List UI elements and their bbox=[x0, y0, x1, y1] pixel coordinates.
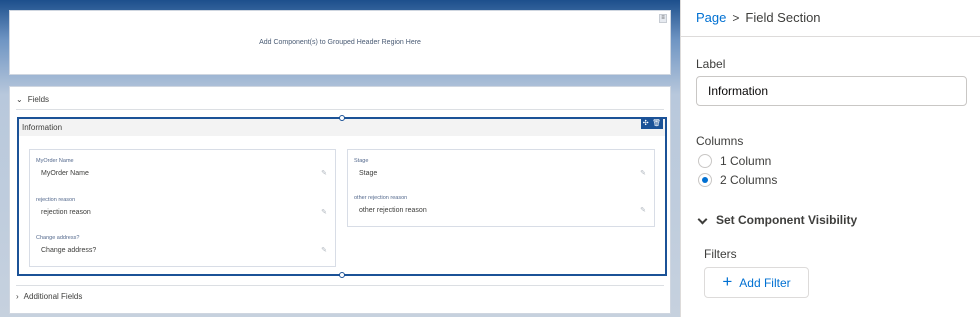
region-menu-icon[interactable]: ≡ bbox=[659, 14, 667, 23]
delete-icon[interactable]: 🗑 bbox=[652, 119, 661, 129]
grouped-header-region[interactable]: Add Component(s) to Grouped Header Regio… bbox=[9, 10, 671, 75]
field-myorder-name[interactable]: MyOrder Name MyOrder Name ✎ bbox=[36, 158, 329, 188]
plus-icon: + bbox=[722, 272, 733, 291]
breadcrumb-separator: > bbox=[732, 10, 740, 25]
radio-label: 2 Columns bbox=[720, 173, 778, 187]
left-column: MyOrder Name MyOrder Name ✎ rejection re… bbox=[29, 149, 336, 267]
field-other-rejection-reason[interactable]: other rejection reason other rejection r… bbox=[354, 195, 648, 225]
chevron-right-icon: › bbox=[16, 292, 19, 301]
add-filter-button[interactable]: + Add Filter bbox=[704, 267, 809, 298]
app-builder-screen: Add Component(s) to Grouped Header Regio… bbox=[0, 0, 980, 317]
chevron-down-icon bbox=[698, 216, 707, 225]
field-label: rejection reason bbox=[36, 197, 76, 203]
label-input[interactable] bbox=[696, 76, 967, 106]
header-region-placeholder: Add Component(s) to Grouped Header Regio… bbox=[259, 39, 421, 46]
breadcrumb-page-link[interactable]: Page bbox=[696, 10, 726, 25]
additional-fields-label: Additional Fields bbox=[23, 292, 83, 301]
pencil-icon: ✎ bbox=[640, 207, 646, 214]
pencil-icon: ✎ bbox=[321, 170, 327, 177]
field-stage[interactable]: Stage Stage ✎ bbox=[354, 158, 648, 188]
field-value: Stage bbox=[359, 170, 378, 177]
move-icon[interactable]: ✣ bbox=[643, 119, 649, 129]
field-label: MyOrder Name bbox=[36, 158, 74, 164]
field-rejection-reason[interactable]: rejection reason rejection reason ✎ bbox=[36, 197, 329, 227]
field-value: MyOrder Name bbox=[41, 170, 89, 177]
component-visibility-toggle[interactable]: Set Component Visibility bbox=[698, 213, 857, 227]
visibility-label: Set Component Visibility bbox=[716, 213, 858, 227]
pencil-icon: ✎ bbox=[321, 209, 327, 216]
divider bbox=[16, 285, 664, 286]
pencil-icon: ✎ bbox=[321, 247, 327, 254]
fields-region: ⌄ Fields Information ✣ 🗑 MyOrder Name My bbox=[9, 86, 671, 314]
columns-label: Columns bbox=[696, 134, 744, 148]
divider bbox=[16, 109, 664, 110]
field-section-selected[interactable]: Information ✣ 🗑 MyOrder Name MyOrder Nam… bbox=[17, 115, 667, 278]
section-actions: ✣ 🗑 bbox=[641, 119, 663, 129]
add-filter-label: Add Filter bbox=[739, 275, 791, 290]
field-value: rejection reason bbox=[41, 209, 91, 216]
radio-2-columns[interactable]: 2 Columns bbox=[698, 173, 777, 187]
field-value: Change address? bbox=[41, 247, 97, 254]
breadcrumb: Page > Field Section bbox=[696, 10, 821, 25]
pencil-icon: ✎ bbox=[640, 170, 646, 177]
resize-handle-top[interactable] bbox=[339, 115, 345, 121]
divider bbox=[681, 36, 980, 37]
resize-handle-bottom[interactable] bbox=[339, 272, 345, 278]
label-field-label: Label bbox=[696, 57, 726, 71]
chevron-down-icon: ⌄ bbox=[16, 95, 23, 104]
section-title-bar: Information bbox=[19, 119, 665, 136]
radio-label: 1 Column bbox=[720, 154, 772, 168]
field-change-address[interactable]: Change address? Change address? ✎ bbox=[36, 235, 329, 265]
radio-button-selected[interactable] bbox=[698, 173, 712, 187]
field-label: Change address? bbox=[36, 235, 80, 241]
page-canvas: Add Component(s) to Grouped Header Regio… bbox=[0, 0, 680, 317]
additional-fields-toggle[interactable]: › Additional Fields bbox=[16, 292, 82, 301]
fields-section-label: Fields bbox=[27, 95, 50, 104]
field-label: Stage bbox=[354, 158, 369, 164]
right-column: Stage Stage ✎ other rejection reason oth… bbox=[347, 149, 655, 227]
breadcrumb-current: Field Section bbox=[745, 10, 821, 25]
field-label: other rejection reason bbox=[354, 195, 408, 201]
radio-button[interactable] bbox=[698, 154, 712, 168]
filters-label: Filters bbox=[704, 247, 737, 261]
fields-section-toggle[interactable]: ⌄ Fields bbox=[16, 95, 49, 104]
field-value: other rejection reason bbox=[359, 207, 427, 214]
section-title: Information bbox=[22, 123, 63, 132]
radio-1-column[interactable]: 1 Column bbox=[698, 154, 771, 168]
properties-panel: Page > Field Section Label Columns 1 Col… bbox=[680, 0, 980, 317]
